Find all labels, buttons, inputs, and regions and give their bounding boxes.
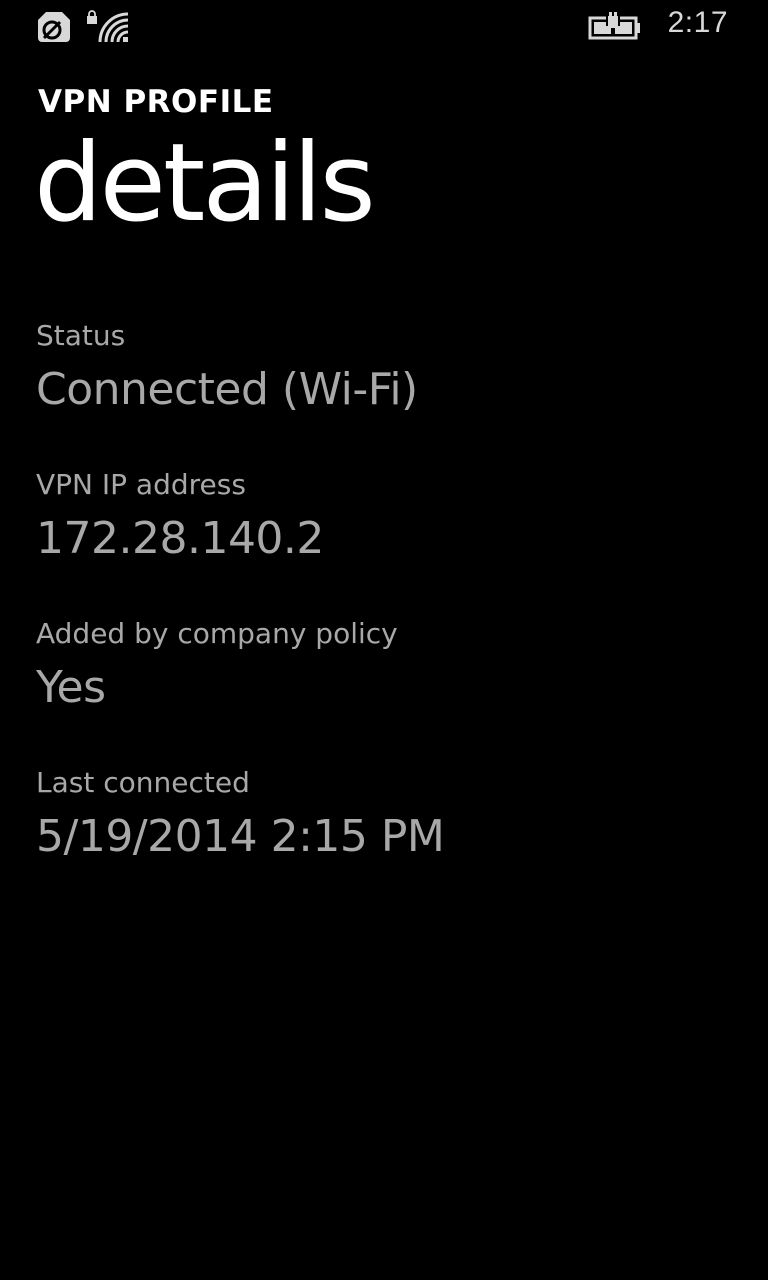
status-label: Status bbox=[36, 319, 126, 352]
status-value: Connected (Wi-Fi) bbox=[36, 364, 418, 415]
vpn-ip-value: 172.28.140.2 bbox=[36, 513, 324, 564]
page-title: details bbox=[34, 121, 376, 246]
vpn-ip-field: VPN IP address 172.28.140.2 bbox=[36, 471, 736, 561]
last-connected-value: 5/19/2014 2:15 PM bbox=[36, 811, 445, 862]
clock: 2:17 bbox=[667, 6, 728, 39]
app-title: VPN PROFILE bbox=[38, 84, 274, 120]
last-connected-field: Last connected 5/19/2014 2:15 PM bbox=[36, 769, 736, 859]
vpn-ip-label: VPN IP address bbox=[36, 468, 246, 501]
company-policy-value: Yes bbox=[36, 662, 106, 713]
status-bar: 2:17 bbox=[0, 0, 768, 56]
battery-charging-icon bbox=[588, 12, 640, 40]
roaming-icon bbox=[38, 12, 70, 42]
wifi-icon bbox=[98, 12, 129, 43]
company-policy-field: Added by company policy Yes bbox=[36, 620, 736, 710]
last-connected-label: Last connected bbox=[36, 766, 250, 799]
status-field: Status Connected (Wi-Fi) bbox=[36, 322, 736, 412]
company-policy-label: Added by company policy bbox=[36, 617, 398, 650]
